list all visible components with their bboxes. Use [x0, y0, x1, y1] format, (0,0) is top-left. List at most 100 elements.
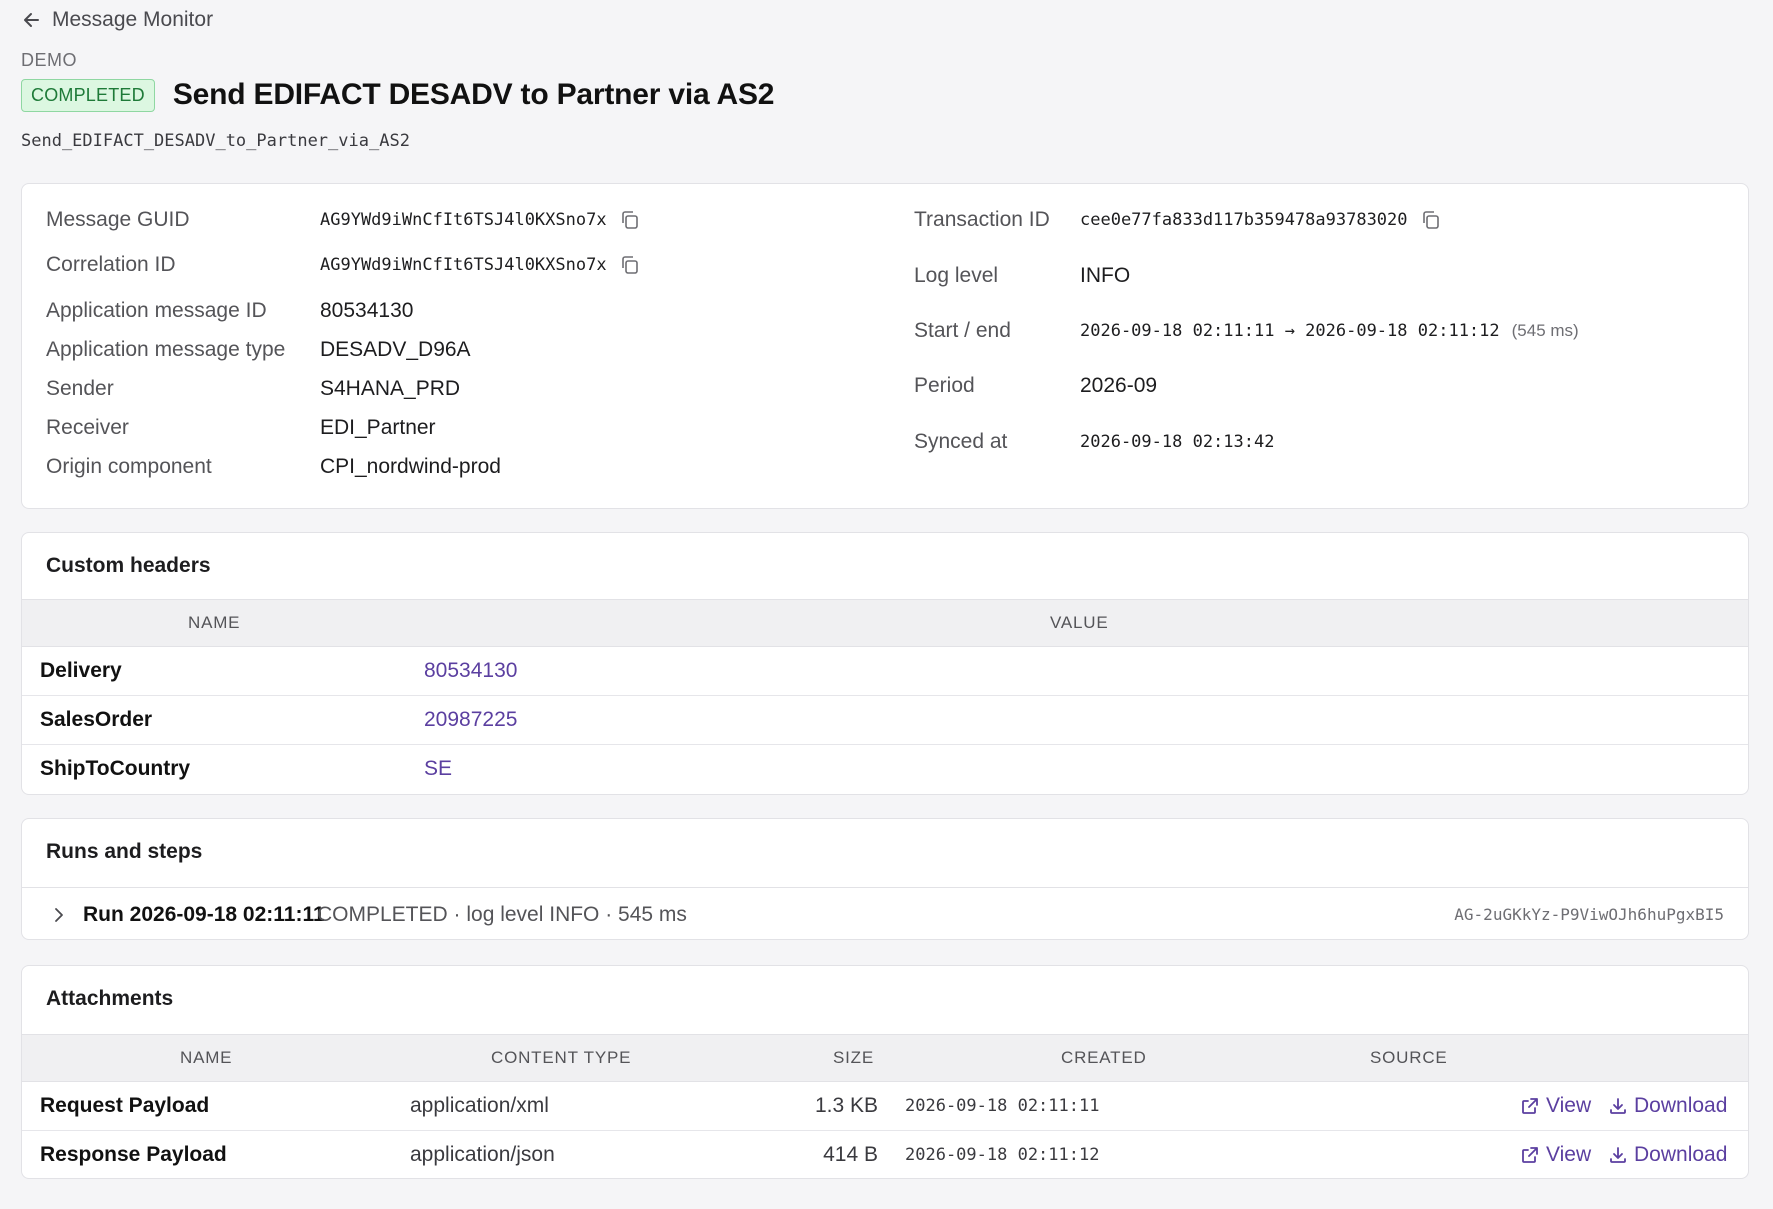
attachment-content-type: application/xml: [410, 1094, 549, 1117]
download-icon: [1610, 1147, 1626, 1163]
column-header-size: SIZE: [833, 1048, 874, 1067]
message-guid-value: AG9YWd9iWnCfIt6TSJ4l0KXSno7x: [320, 210, 607, 230]
start-end-value: 2026-09-18 02:11:11 → 2026-09-18 02:11:1…: [1080, 321, 1500, 341]
view-label: View: [1546, 1094, 1592, 1117]
chevron-right-icon[interactable]: [50, 906, 68, 924]
field-label: Message GUID: [46, 208, 190, 231]
status-badge: COMPLETED: [21, 78, 155, 112]
run-meta: COMPLETED · log level INFO · 545 ms: [317, 902, 687, 926]
section-title: Custom headers: [46, 554, 211, 577]
copy-icon[interactable]: [619, 209, 641, 231]
section-title: Attachments: [46, 987, 174, 1010]
attachment-name: Request Payload: [40, 1094, 210, 1117]
iflow-id: Send_EDIFACT_DESADV_to_Partner_via_AS2: [21, 131, 410, 151]
back-link-label: Message Monitor: [52, 8, 214, 31]
attachment-created: 2026-09-18 02:11:11: [905, 1096, 1100, 1116]
runs-card: Runs and steps Run 2026-09-18 02:11:11 C…: [21, 818, 1749, 940]
column-header-value: VALUE: [1050, 613, 1109, 632]
run-label: Run 2026-09-18 02:11:11: [83, 902, 325, 926]
download-button[interactable]: Download: [1608, 1143, 1727, 1167]
overview-card: Message GUID AG9YWd9iWnCfIt6TSJ4l0KXSno7…: [21, 183, 1749, 509]
correlation-id-link[interactable]: AG9YWd9iWnCfIt6TSJ4l0KXSno7x: [320, 255, 607, 275]
field-app-message-type: Application message type DESADV_D96A: [46, 338, 471, 362]
run-id: AG-2uGKkYz-P9ViwOJh6huPgxBI5: [1454, 905, 1724, 924]
page-title: Send EDIFACT DESADV to Partner via AS2: [172, 78, 775, 111]
custom-headers-card: Custom headers NAME VALUE Delivery 80534…: [21, 532, 1749, 795]
column-header-name: NAME: [180, 1048, 233, 1067]
origin-component-value: CPI_nordwind-prod: [320, 455, 501, 478]
column-header-created: CREATED: [1061, 1048, 1147, 1067]
field-label: Synced at: [914, 430, 1008, 453]
copy-icon[interactable]: [1420, 209, 1442, 231]
attachment-name: Response Payload: [40, 1143, 227, 1166]
receiver-value: EDI_Partner: [320, 416, 436, 439]
view-label: View: [1546, 1143, 1592, 1166]
attachment-created: 2026-09-18 02:11:12: [905, 1145, 1100, 1165]
download-label: Download: [1634, 1094, 1728, 1117]
attachment-size: 414 B: [823, 1143, 878, 1166]
view-button[interactable]: View: [1520, 1094, 1591, 1118]
header-name: ShipToCountry: [40, 757, 191, 780]
download-icon: [1610, 1098, 1626, 1114]
synced-at-value: 2026-09-18 02:13:42: [1080, 432, 1275, 452]
environment-label: DEMO: [21, 50, 77, 70]
field-period: Period 2026-09: [914, 374, 1157, 398]
table-row: Request Payload application/xml 1.3 KB 2…: [22, 1082, 1748, 1131]
download-button[interactable]: Download: [1608, 1094, 1727, 1118]
field-origin-component: Origin component CPI_nordwind-prod: [46, 455, 501, 479]
field-synced-at: Synced at 2026-09-18 02:13:42: [914, 430, 1274, 454]
title-row: COMPLETED Send EDIFACT DESADV to Partner…: [21, 78, 774, 112]
field-sender: Sender S4HANA_PRD: [46, 377, 460, 401]
copy-icon[interactable]: [619, 254, 641, 276]
field-correlation-id: Correlation ID AG9YWd9iWnCfIt6TSJ4l0KXSn…: [46, 253, 641, 277]
external-link-icon: [1522, 1098, 1538, 1114]
table-header: NAME VALUE: [22, 599, 1748, 647]
message-detail-page: Message Monitor DEMO COMPLETED Send EDIF…: [0, 0, 1773, 1209]
attachments-card: Attachments NAME CONTENT TYPE SIZE CREAT…: [21, 965, 1749, 1179]
section-title: Runs and steps: [46, 840, 203, 863]
field-transaction-id: Transaction ID cee0e77fa833d117b359478a9…: [914, 208, 1442, 232]
header-value-link[interactable]: SE: [424, 757, 452, 781]
header-name: SalesOrder: [40, 708, 153, 731]
app-message-type-value: DESADV_D96A: [320, 338, 471, 361]
header-value-link[interactable]: 80534130: [424, 659, 517, 683]
field-log-level: Log level INFO: [914, 264, 1130, 288]
table-row: SalesOrder 20987225: [22, 696, 1748, 745]
field-label: Correlation ID: [46, 253, 176, 276]
table-row: Delivery 80534130: [22, 647, 1748, 696]
header-name: Delivery: [40, 659, 122, 682]
field-start-end: Start / end 2026-09-18 02:11:11 → 2026-0…: [914, 319, 1579, 343]
download-label: Download: [1634, 1143, 1728, 1166]
duration-value: (545 ms): [1511, 321, 1579, 340]
app-message-id-value: 80534130: [320, 299, 414, 322]
arrow-left-icon: [24, 13, 39, 27]
back-link[interactable]: Message Monitor: [22, 8, 213, 32]
sender-value: S4HANA_PRD: [320, 377, 461, 400]
field-label: Start / end: [914, 319, 1011, 342]
field-label: Period: [914, 374, 975, 397]
field-label: Receiver: [46, 416, 129, 439]
table-row: Response Payload application/json 414 B …: [22, 1131, 1748, 1178]
header-value-link[interactable]: 20987225: [424, 708, 517, 732]
column-header-source: SOURCE: [1370, 1048, 1448, 1067]
field-label: Log level: [914, 264, 999, 287]
field-receiver: Receiver EDI_Partner: [46, 416, 436, 440]
transaction-id-value: cee0e77fa833d117b359478a93783020: [1080, 210, 1408, 230]
table-row: ShipToCountry SE: [22, 745, 1748, 794]
field-label: Origin component: [46, 455, 212, 478]
run-row[interactable]: Run 2026-09-18 02:11:11 COMPLETED · log …: [22, 887, 1748, 939]
field-app-message-id: Application message ID 80534130: [46, 299, 413, 323]
field-label: Transaction ID: [914, 208, 1050, 231]
period-value: 2026-09: [1080, 374, 1158, 397]
field-label: Application message type: [46, 338, 286, 361]
column-header-name: NAME: [188, 613, 241, 632]
field-label: Application message ID: [46, 299, 267, 322]
view-button[interactable]: View: [1520, 1143, 1591, 1167]
table-header: NAME CONTENT TYPE SIZE CREATED SOURCE: [22, 1034, 1748, 1082]
attachment-size: 1.3 KB: [814, 1094, 878, 1117]
column-header-content-type: CONTENT TYPE: [491, 1048, 632, 1067]
field-label: Sender: [46, 377, 114, 400]
attachment-content-type: application/json: [410, 1143, 555, 1166]
field-message-guid: Message GUID AG9YWd9iWnCfIt6TSJ4l0KXSno7…: [46, 208, 641, 232]
external-link-icon: [1522, 1147, 1538, 1163]
